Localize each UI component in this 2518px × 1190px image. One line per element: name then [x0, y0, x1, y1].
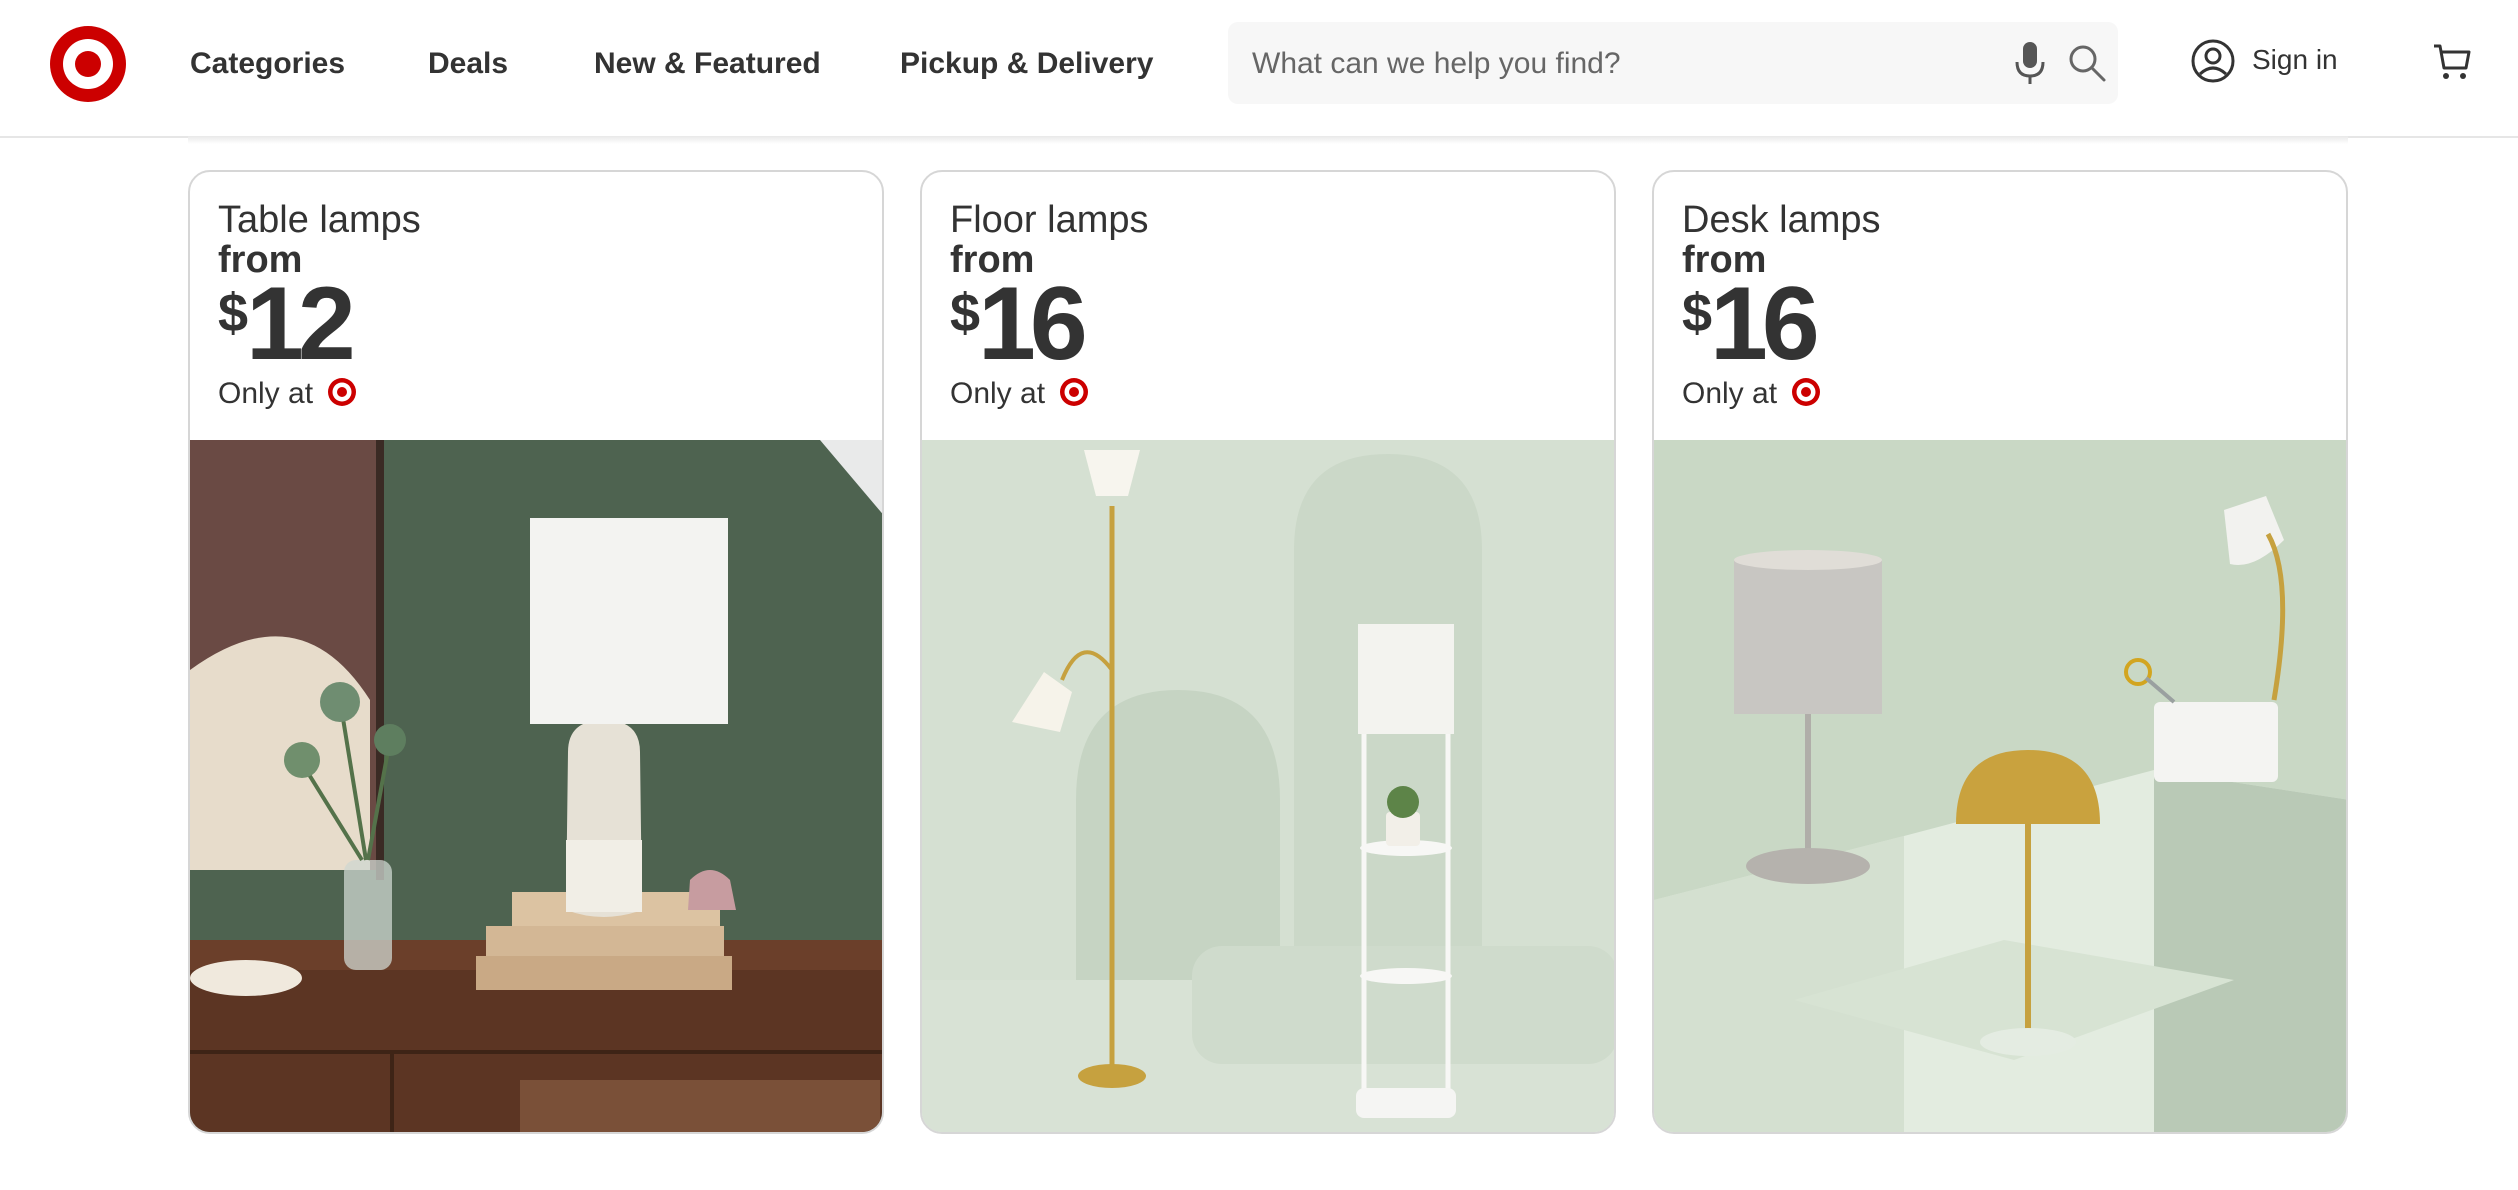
promo-card-floor-lamps[interactable]: Floor lamps from $16 Only at — [920, 170, 1616, 1134]
floor-lamp-photo — [922, 440, 1614, 1132]
promo-card-desk-lamps[interactable]: Desk lamps from $16 Only at — [1652, 170, 2348, 1134]
only-at-target: Only at — [1682, 376, 1821, 412]
search-input[interactable] — [1250, 22, 1994, 106]
desk-lamp-photo — [1654, 440, 2346, 1132]
card-price: $16 — [950, 272, 1088, 376]
only-at-target: Only at — [218, 376, 357, 412]
price-value: 16 — [1710, 266, 1820, 382]
nav-deals[interactable]: Deals — [428, 44, 508, 84]
cart-icon[interactable] — [2432, 42, 2472, 82]
sign-in-label: Sign in — [2252, 44, 2338, 75]
card-category: Floor lamps — [950, 199, 1149, 241]
price-currency: $ — [218, 283, 248, 343]
target-bullseye-icon — [328, 378, 357, 406]
header-shadow — [188, 136, 2348, 144]
price-currency: $ — [950, 283, 980, 343]
target-bullseye-icon — [1792, 378, 1821, 406]
account-icon — [2191, 39, 2235, 83]
promo-card-table-lamps[interactable]: Table lamps from $12 Only at — [188, 170, 884, 1134]
nav-pickup-delivery[interactable]: Pickup & Delivery — [900, 44, 1153, 84]
only-at-target: Only at — [950, 376, 1089, 412]
price-value: 12 — [246, 266, 356, 382]
card-category: Desk lamps — [1682, 199, 1881, 241]
only-at-label: Only at — [1682, 377, 1778, 410]
target-logo-icon[interactable] — [48, 24, 128, 104]
nav-new-featured[interactable]: New & Featured — [594, 44, 821, 84]
card-price: $16 — [1682, 272, 1820, 376]
search-icon[interactable] — [2066, 42, 2108, 84]
search-bar — [1228, 22, 2118, 106]
target-bullseye-icon — [1060, 378, 1089, 406]
price-currency: $ — [1682, 283, 1712, 343]
card-price: $12 — [218, 272, 356, 376]
price-value: 16 — [978, 266, 1088, 382]
nav-categories[interactable]: Categories — [190, 44, 345, 84]
header: Categories Deals New & Featured Pickup &… — [0, 0, 2518, 138]
card-category: Table lamps — [218, 199, 421, 241]
microphone-icon[interactable] — [2008, 40, 2052, 86]
only-at-label: Only at — [218, 377, 314, 410]
table-lamp-photo — [190, 440, 882, 1132]
only-at-label: Only at — [950, 377, 1046, 410]
